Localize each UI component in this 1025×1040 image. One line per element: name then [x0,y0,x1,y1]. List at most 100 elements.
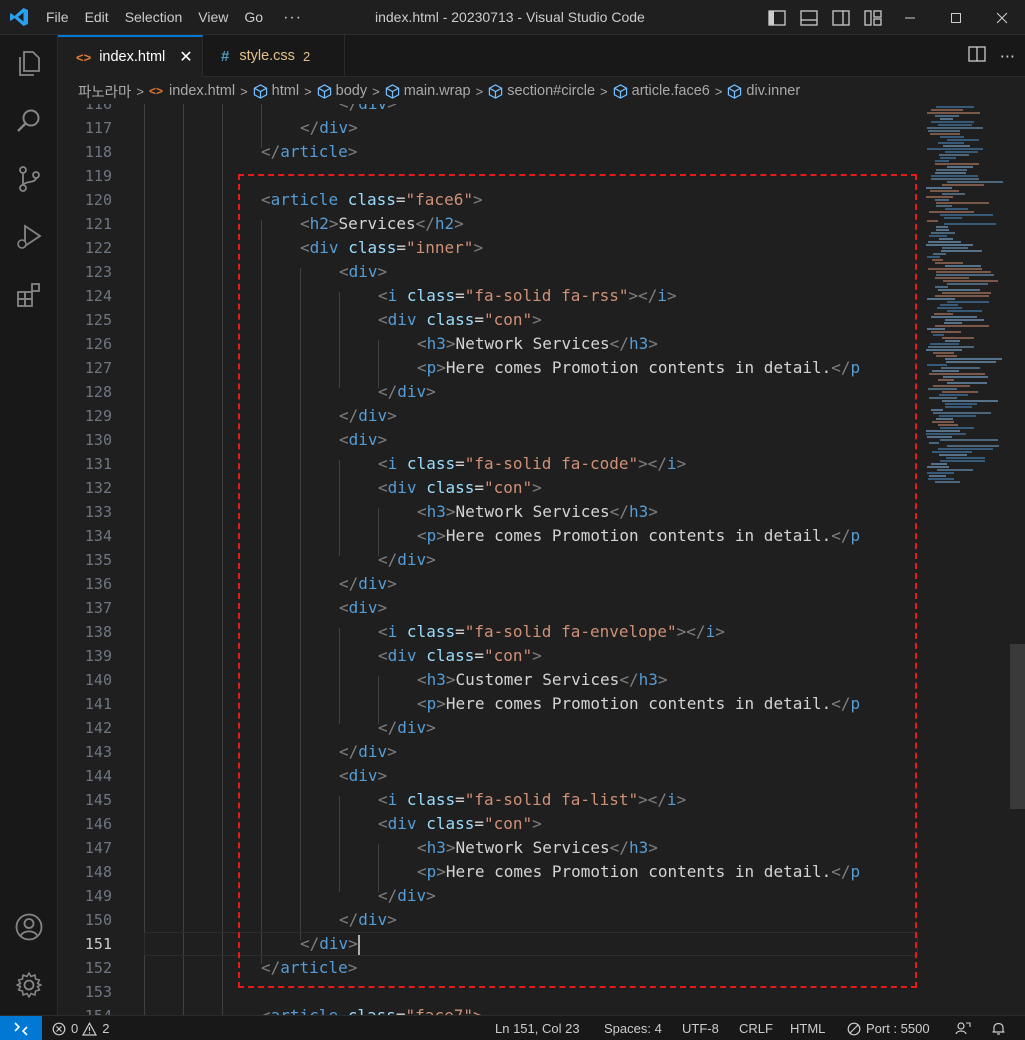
eol-setting[interactable]: CRLF [739,1016,773,1040]
no-entry-icon [847,1022,861,1035]
breadcrumb-main-wrap[interactable]: main.wrap [385,83,471,99]
minimap-line [935,481,960,483]
line-number: 147 [84,839,112,857]
line-number: 127 [84,359,112,377]
minimap-line [933,385,970,387]
minimap-line [937,307,962,309]
minimap-line [932,451,972,453]
source-control-icon[interactable] [0,151,58,207]
line-number: 142 [84,719,112,737]
minimap-line [942,184,984,186]
more-actions-icon[interactable]: ··· [1000,47,1015,66]
minimap-line [943,145,970,147]
tab-label: index.html [99,49,166,65]
maximize-icon[interactable] [933,0,979,35]
html-file-icon: <> [148,84,163,98]
line-number: 123 [84,263,112,281]
problems-indicator[interactable]: 0 2 [52,1016,109,1040]
minimap-line [929,211,974,213]
menu-view[interactable]: View [190,0,236,35]
minimap-line [945,406,972,408]
menu-file[interactable]: File [38,0,77,35]
breadcrumb-section-circle[interactable]: section#circle [488,83,595,99]
minimap-line [937,469,973,471]
minimap-line [928,130,960,132]
manage-gear-icon[interactable] [0,957,58,1013]
tab-label: style.css [239,48,295,64]
error-count: 0 [71,1021,79,1036]
line-number: 154 [58,1004,112,1015]
breadcrumb-label: article.face6 [631,83,710,99]
close-window-icon[interactable] [979,0,1025,35]
minimap-line [929,235,947,237]
warning-icon [82,1021,98,1036]
search-icon[interactable] [0,93,58,149]
encoding-setting[interactable]: UTF-8 [682,1016,719,1040]
feedback-icon[interactable] [955,1016,971,1040]
code-line: 117 </div> [58,116,918,140]
line-number: 139 [84,647,112,665]
minimap-line [940,136,964,138]
line-number: 141 [84,695,112,713]
minimap-line [935,295,989,297]
breadcrumb-file[interactable]: <> index.html [149,83,235,99]
tab-index-html[interactable]: <> index.html ✕ [58,35,203,77]
minimap-line [928,241,961,243]
minimap-line [946,361,996,363]
remote-indicator-icon[interactable] [0,1016,42,1040]
menu-selection[interactable]: Selection [117,0,191,35]
scrollbar-thumb[interactable] [1010,644,1025,809]
minimap-line [936,418,953,420]
minimap-line [939,415,976,417]
breadcrumb-html[interactable]: html [253,83,299,99]
toggle-secondary-sidebar-icon[interactable] [830,7,852,29]
activity-bar [0,35,58,1015]
indentation-setting[interactable]: Spaces: 4 [604,1016,662,1040]
minimap-line [944,217,962,219]
chevron-right-icon: > [372,83,380,99]
minimap-line [930,133,960,135]
split-editor-icon[interactable] [968,46,986,66]
notifications-bell-icon[interactable] [991,1016,1006,1040]
minimap-line [942,193,965,195]
minimap-line [931,175,978,177]
code-token: class [348,1006,396,1015]
html-file-icon: <> [76,49,92,65]
explorer-icon[interactable] [0,35,58,91]
minimap-line [942,400,998,402]
toggle-primary-sidebar-icon[interactable] [766,7,788,29]
tab-style-css[interactable]: # style.css 2 [203,35,345,77]
status-bar: 0 2 Ln 151, Col 23 Spaces: 4 UTF-8 CRLF … [0,1015,1025,1040]
close-tab-icon[interactable]: ✕ [179,47,192,67]
code-line: 118 </article> [58,140,918,164]
minimap-line [936,355,957,357]
menu-go[interactable]: Go [236,0,271,35]
run-and-debug-icon[interactable] [0,209,58,265]
minimap-line [945,340,960,342]
minimap-line [935,199,949,201]
breadcrumb-div-inner[interactable]: div.inner [727,83,800,99]
breadcrumb-article-face6[interactable]: article.face6 [613,83,710,99]
minimap[interactable] [918,104,1010,1015]
minimap-line [934,313,953,315]
minimize-icon[interactable] [887,0,933,35]
minimap-line [932,259,943,261]
line-number: 132 [84,479,112,497]
customize-layout-icon[interactable] [862,7,884,29]
menu-edit[interactable]: Edit [77,0,117,35]
breadcrumb-body[interactable]: body [317,83,367,99]
toggle-panel-icon[interactable] [798,7,820,29]
language-mode[interactable]: HTML [790,1016,825,1040]
live-server-port[interactable]: Port : 5500 [847,1016,930,1040]
vertical-scrollbar[interactable] [1010,104,1025,1015]
minimap-line [940,460,985,462]
accounts-icon[interactable] [0,899,58,955]
minimap-line [935,160,949,162]
minimap-line [936,202,989,204]
menu-more-button[interactable]: ··· [271,0,314,35]
cursor-position[interactable]: Ln 151, Col 23 [495,1016,580,1040]
minimap-line [926,187,952,189]
extensions-icon[interactable] [0,267,58,323]
breadcrumb-folder[interactable]: 파노라마 [78,81,131,102]
minimap-line [933,334,944,336]
